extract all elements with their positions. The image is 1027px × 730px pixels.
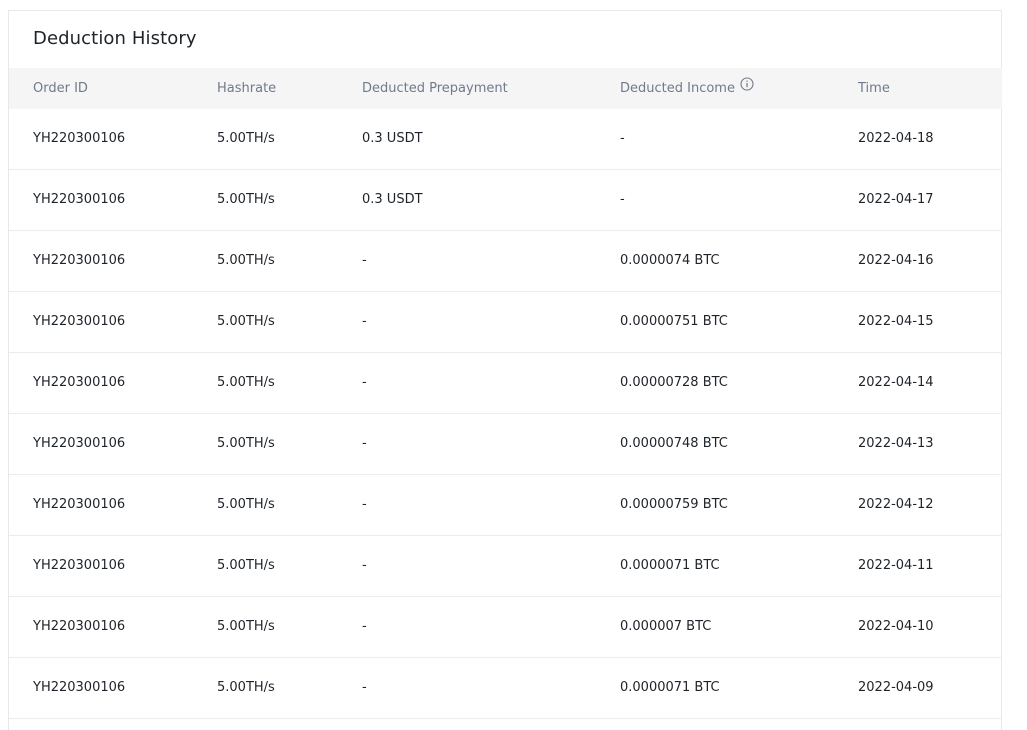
cell-order-id: YH220300106: [33, 680, 126, 695]
cell-hashrate: 5.00TH/s: [217, 192, 275, 207]
cell-order-id: YH220300106: [33, 192, 126, 207]
cell-deducted-income: 0.000007 BTC: [620, 619, 712, 634]
cell-order-id: YH220300106: [33, 253, 126, 268]
cell-deducted-income: 0.0000071 BTC: [620, 680, 720, 695]
cell-deducted-income: -: [620, 131, 625, 146]
cell-order-id: YH220300106: [33, 497, 126, 512]
cell-deducted-prepayment: 0.3 USDT: [362, 192, 423, 207]
cell-hashrate: 5.00TH/s: [217, 497, 275, 512]
cell-hashrate: 5.00TH/s: [217, 558, 275, 573]
cell-order-id: YH220300106: [33, 558, 126, 573]
cell-hashrate: 5.00TH/s: [217, 680, 275, 695]
cell-order-id: YH220300106: [33, 619, 126, 634]
column-header-deducted-income-label: Deducted Income: [620, 81, 735, 96]
cell-hashrate: 5.00TH/s: [217, 375, 275, 390]
page-title: Deduction History: [33, 28, 197, 49]
cell-order-id: YH220300106: [33, 314, 126, 329]
cell-time: 2022-04-16: [858, 253, 934, 268]
cell-deducted-prepayment: -: [362, 619, 367, 634]
cell-deducted-prepayment: -: [362, 375, 367, 390]
cell-hashrate: 5.00TH/s: [217, 314, 275, 329]
table-row: YH220300106 5.00TH/s - 0.00000759 BTC 2022-0…: [9, 475, 1002, 536]
cell-time: 2022-04-17: [858, 192, 934, 207]
column-header-deducted-income: Deducted Income: [620, 68, 754, 109]
cell-deducted-income: -: [620, 192, 625, 207]
cell-hashrate: 5.00TH/s: [217, 253, 275, 268]
deduction-history-table: Order ID Hashrate Deducted Prepayment De…: [9, 68, 1002, 719]
cell-time: 2022-04-11: [858, 558, 934, 573]
cell-deducted-income: 0.00000759 BTC: [620, 497, 728, 512]
table-row: YH220300106 5.00TH/s - 0.0000071 BTC 2022-04…: [9, 536, 1002, 597]
cell-deducted-prepayment: -: [362, 497, 367, 512]
cell-order-id: YH220300106: [33, 131, 126, 146]
cell-deducted-prepayment: -: [362, 558, 367, 573]
cell-deducted-prepayment: -: [362, 680, 367, 695]
cell-order-id: YH220300106: [33, 436, 126, 451]
cell-time: 2022-04-09: [858, 680, 934, 695]
cell-deducted-prepayment: 0.3 USDT: [362, 131, 423, 146]
cell-hashrate: 5.00TH/s: [217, 619, 275, 634]
info-circle-icon[interactable]: [740, 67, 754, 108]
cell-deducted-prepayment: -: [362, 436, 367, 451]
column-header-hashrate: Hashrate: [217, 81, 277, 96]
cell-order-id: YH220300106: [33, 375, 126, 390]
cell-deducted-prepayment: -: [362, 253, 367, 268]
table-row: YH220300106 5.00TH/s - 0.00000748 BTC 2022-0…: [9, 414, 1002, 475]
cell-deducted-income: 0.0000074 BTC: [620, 253, 720, 268]
cell-time: 2022-04-14: [858, 375, 934, 390]
column-header-time: Time: [858, 81, 890, 96]
table-row: YH220300106 5.00TH/s 0.3 USDT - 2022-04-18: [9, 109, 1002, 170]
cell-deducted-income: 0.00000748 BTC: [620, 436, 728, 451]
table-row: YH220300106 5.00TH/s - 0.0000074 BTC 2022-04…: [9, 231, 1002, 292]
cell-hashrate: 5.00TH/s: [217, 436, 275, 451]
cell-deducted-income: 0.00000751 BTC: [620, 314, 728, 329]
table-row: YH220300106 5.00TH/s - 0.000007 BTC 2022-04-…: [9, 597, 1002, 658]
table-row: YH220300106 5.00TH/s - 0.00000728 BTC 2022-0…: [9, 353, 1002, 414]
table-row: YH220300106 5.00TH/s 0.3 USDT - 2022-04-17: [9, 170, 1002, 231]
cell-deducted-prepayment: -: [362, 314, 367, 329]
cell-time: 2022-04-12: [858, 497, 934, 512]
table-header: Order ID Hashrate Deducted Prepayment De…: [9, 68, 1002, 109]
cell-deducted-income: 0.0000071 BTC: [620, 558, 720, 573]
cell-time: 2022-04-10: [858, 619, 934, 634]
cell-time: 2022-04-18: [858, 131, 934, 146]
cell-time: 2022-04-13: [858, 436, 934, 451]
table-body: YH220300106 5.00TH/s 0.3 USDT -2022-04-18 YH…: [9, 109, 1002, 719]
table-row: YH220300106 5.00TH/s - 0.0000071 BTC 2022-04…: [9, 658, 1002, 719]
column-header-deducted-prepayment: Deducted Prepayment: [362, 81, 508, 96]
cell-time: 2022-04-15: [858, 314, 934, 329]
table-row: YH220300106 5.00TH/s - 0.00000751 BTC 2022-0…: [9, 292, 1002, 353]
cell-deducted-income: 0.00000728 BTC: [620, 375, 728, 390]
deduction-history-panel: Deduction History Order ID Hashrate Dedu…: [8, 10, 1002, 730]
cell-hashrate: 5.00TH/s: [217, 131, 275, 146]
column-header-order-id: Order ID: [33, 81, 88, 96]
